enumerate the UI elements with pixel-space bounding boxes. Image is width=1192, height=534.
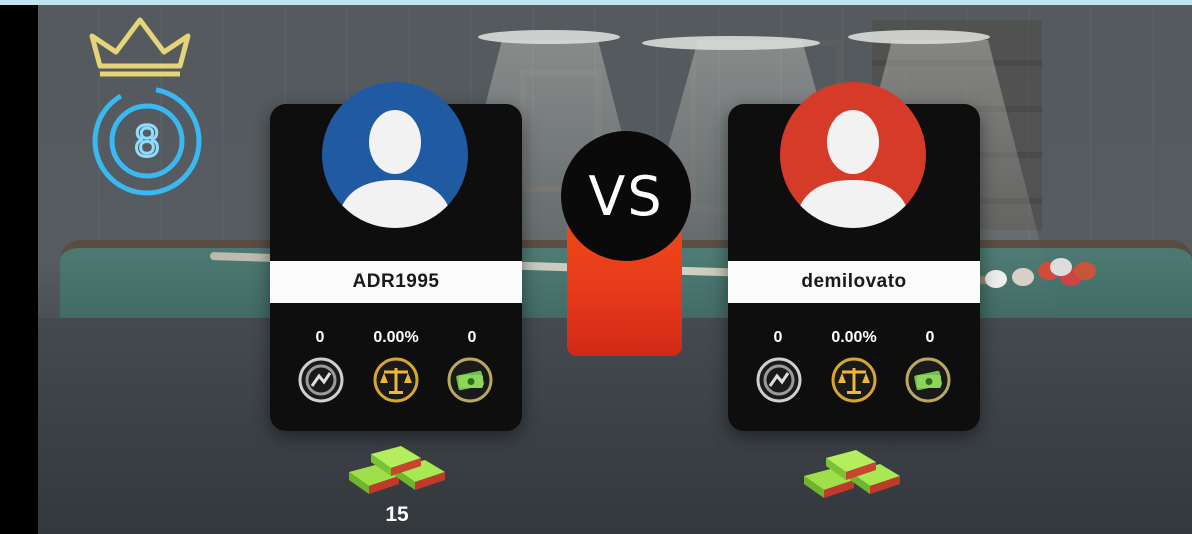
cash-icon	[905, 357, 951, 403]
ceiling-lamp	[478, 30, 620, 44]
player-name: demilovato	[728, 261, 980, 303]
user-silhouette-icon	[322, 82, 468, 228]
cash-stack-icon	[804, 450, 900, 498]
crown-icon	[89, 17, 191, 77]
player-card-1: ADR1995 0 0.00% 0	[270, 82, 522, 431]
ceiling-lamp	[848, 30, 990, 44]
top-edge	[0, 0, 1192, 5]
wins-value: 0	[315, 329, 325, 346]
pool-ball	[1050, 258, 1072, 276]
earnings-value: 0	[467, 329, 477, 346]
win-rate-value: 0.00%	[831, 329, 877, 346]
trophy-badge-icon	[298, 357, 344, 403]
vs-badge: VS	[561, 131, 691, 261]
ceiling-lamp	[642, 36, 820, 50]
cash-icon	[447, 357, 493, 403]
svg-text:8: 8	[134, 117, 161, 166]
stake-amount: 15	[385, 503, 409, 526]
wins-value: 0	[773, 329, 783, 346]
match-screen: 8 ADR1995 0 0.00% 0 VS demilovato 0 0.00…	[0, 0, 1192, 534]
pool-ball	[1012, 268, 1034, 286]
pool-ball	[1074, 262, 1096, 280]
trophy-badge-icon	[756, 357, 802, 403]
stat-values: 0 0.00% 0	[728, 329, 980, 349]
cash-stack-icon	[349, 446, 445, 494]
earnings-value: 0	[925, 329, 935, 346]
eight-ball-neon-logo: 8	[92, 86, 202, 196]
user-silhouette-icon	[780, 82, 926, 228]
avatar	[322, 82, 468, 228]
player-card-2: demilovato 0 0.00% 0	[728, 82, 980, 431]
balance-scale-icon	[831, 357, 877, 403]
balance-scale-icon	[373, 357, 419, 403]
left-letterbox	[0, 0, 38, 534]
win-rate-value: 0.00%	[373, 329, 419, 346]
pool-ball	[985, 270, 1007, 288]
avatar	[780, 82, 926, 228]
stat-values: 0 0.00% 0	[270, 329, 522, 349]
player-name: ADR1995	[270, 261, 522, 303]
